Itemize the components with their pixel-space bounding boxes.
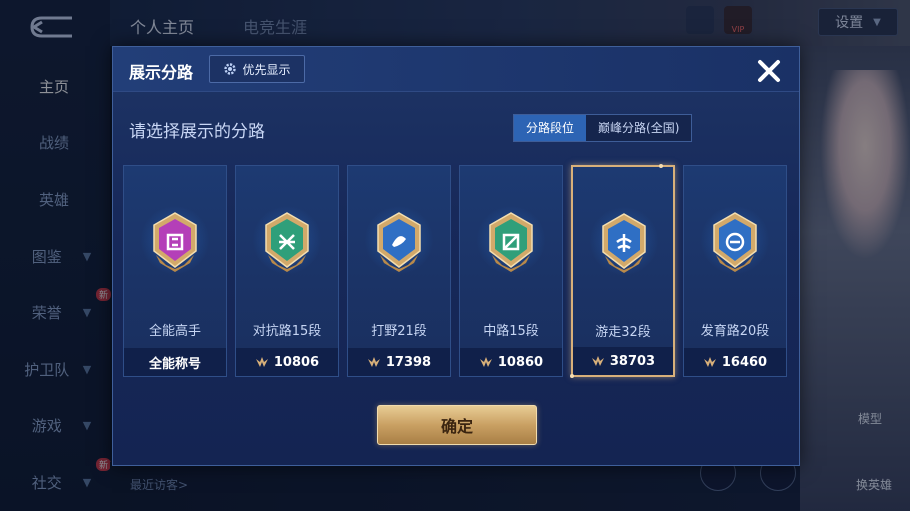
- lane-card-title: 全能称号: [148, 356, 201, 372]
- lane-card-score: 10860: [497, 354, 544, 370]
- lane-card-score: 38703: [609, 353, 656, 369]
- gear-icon: [224, 63, 237, 75]
- confirm-button[interactable]: 确定: [377, 405, 537, 445]
- lane-card-name: 游走32段: [595, 325, 651, 340]
- rank-points-icon: [591, 352, 605, 371]
- lane-card[interactable]: 游走32段 38703: [570, 164, 675, 378]
- lane-card-score: 10806: [273, 354, 320, 370]
- confirm-label: 确定: [440, 417, 473, 436]
- dialog-title: 展示分路: [129, 63, 194, 82]
- lane-card-name: 全能高手: [148, 324, 201, 339]
- tab-peak-lane[interactable]: 巅峰分路(全国): [586, 115, 692, 141]
- dialog-subtitle: 请选择展示的分路: [129, 122, 265, 142]
- rank-points-icon: [255, 353, 269, 372]
- lane-card-name: 对抗路15段: [252, 324, 322, 339]
- rank-points-icon: [479, 353, 493, 372]
- lane-card[interactable]: 全能高手 全能称号: [123, 165, 227, 377]
- display-lane-dialog: 展示分路 优先显示 请选择展示的分路 分路段位 巅峰分路(全国) 全能高手全能称…: [112, 46, 800, 466]
- priority-display-button[interactable]: 优先显示: [209, 55, 305, 83]
- selection-sparkle: [570, 374, 574, 378]
- close-button[interactable]: [751, 53, 787, 89]
- lane-card-footer: 10860: [460, 348, 562, 376]
- lane-card-footer: 16460: [684, 348, 786, 376]
- selection-sparkle: [659, 164, 663, 168]
- lane-card-footer: 38703: [573, 347, 673, 375]
- lane-card-list: 全能高手 全能称号 对抗路15段 10806 打野21段 17398 中路15段 10860 游…: [123, 164, 789, 378]
- lane-card[interactable]: 发育路20段 16460: [683, 165, 787, 377]
- lane-card-score: 17398: [385, 354, 432, 370]
- lane-type-toggle: 分路段位 巅峰分路(全国): [513, 114, 693, 142]
- lane-card-name: 发育路20段: [700, 324, 770, 339]
- lane-card[interactable]: 中路15段 10860: [459, 165, 563, 377]
- all-round-emblem-icon: [146, 211, 204, 273]
- mid-lane-emblem-icon: [482, 211, 540, 273]
- jungle-emblem-icon: [370, 211, 428, 273]
- priority-label: 优先显示: [242, 62, 291, 77]
- roam-emblem-icon: [595, 212, 653, 274]
- lane-card-name: 中路15段: [483, 324, 539, 339]
- rank-points-icon: [367, 353, 381, 372]
- lane-card-score: 16460: [721, 354, 768, 370]
- lane-card-name: 打野21段: [371, 324, 427, 339]
- tab-lane-rank[interactable]: 分路段位: [514, 115, 587, 141]
- lane-card-footer: 全能称号: [124, 348, 226, 376]
- farm-lane-emblem-icon: [706, 211, 764, 273]
- close-icon: [758, 60, 780, 82]
- lane-card[interactable]: 打野21段 17398: [347, 165, 451, 377]
- lane-card[interactable]: 对抗路15段 10806: [235, 165, 339, 377]
- lane-card-footer: 17398: [348, 348, 450, 376]
- rank-points-icon: [703, 353, 717, 372]
- lane-card-footer: 10806: [236, 348, 338, 376]
- clash-lane-emblem-icon: [258, 211, 316, 273]
